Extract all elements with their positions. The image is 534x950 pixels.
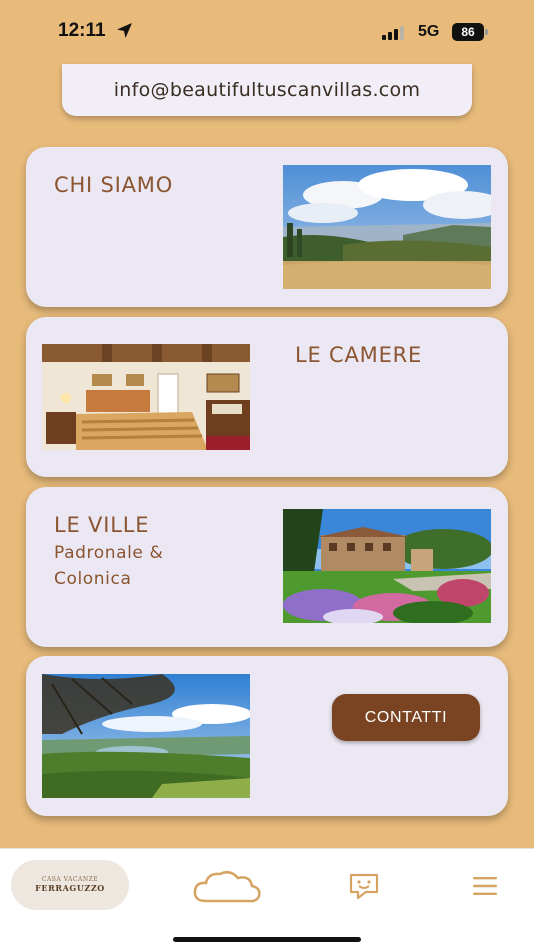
battery-level: 86 bbox=[452, 23, 484, 41]
cloud-icon[interactable] bbox=[192, 869, 262, 909]
contatti-button[interactable]: CONTATTI bbox=[332, 694, 480, 741]
card-title-chi-siamo: CHI SIAMO bbox=[54, 173, 174, 197]
card-title-le-ville: LE VILLE bbox=[54, 513, 150, 537]
network-type: 5G bbox=[418, 23, 440, 40]
logo-line1: CASA VACANZE bbox=[41, 876, 99, 883]
menu-icon[interactable] bbox=[472, 876, 498, 900]
card-le-camere[interactable]: LE CAMERE bbox=[26, 317, 508, 477]
chat-icon[interactable] bbox=[348, 872, 380, 904]
tuscan-landscape-photo bbox=[283, 165, 491, 289]
card-subtitle-line1: Padronale & bbox=[54, 543, 164, 563]
email-link[interactable]: info@beautifultuscanvillas.com bbox=[114, 79, 421, 101]
card-le-ville[interactable]: LE VILLE Padronale & Colonica bbox=[26, 487, 508, 647]
home-indicator bbox=[173, 937, 361, 942]
cellular-signal-icon bbox=[382, 25, 408, 44]
bottom-tab-bar: CASA VACANZE FERRAGUZZO bbox=[0, 848, 534, 950]
location-arrow-icon bbox=[116, 22, 133, 43]
bedroom-photo bbox=[42, 344, 250, 468]
card-chi-siamo[interactable]: CHI SIAMO bbox=[26, 147, 508, 307]
villa-garden-photo bbox=[283, 509, 491, 623]
card-title-le-camere: LE CAMERE bbox=[295, 343, 423, 367]
logo-line2: FERRAGUZZO bbox=[35, 883, 105, 893]
status-time: 12:11 bbox=[58, 20, 106, 41]
card-contatti[interactable]: CONTATTI bbox=[26, 656, 508, 816]
card-subtitle-line2: Colonica bbox=[54, 569, 132, 589]
home-logo-tab[interactable]: CASA VACANZE FERRAGUZZO bbox=[11, 860, 129, 910]
battery-icon: 86 bbox=[452, 23, 488, 41]
email-banner[interactable]: info@beautifultuscanvillas.com bbox=[62, 64, 472, 116]
status-bar: 12:11 5G 86 bbox=[0, 0, 534, 62]
lake-valley-photo bbox=[42, 674, 250, 798]
